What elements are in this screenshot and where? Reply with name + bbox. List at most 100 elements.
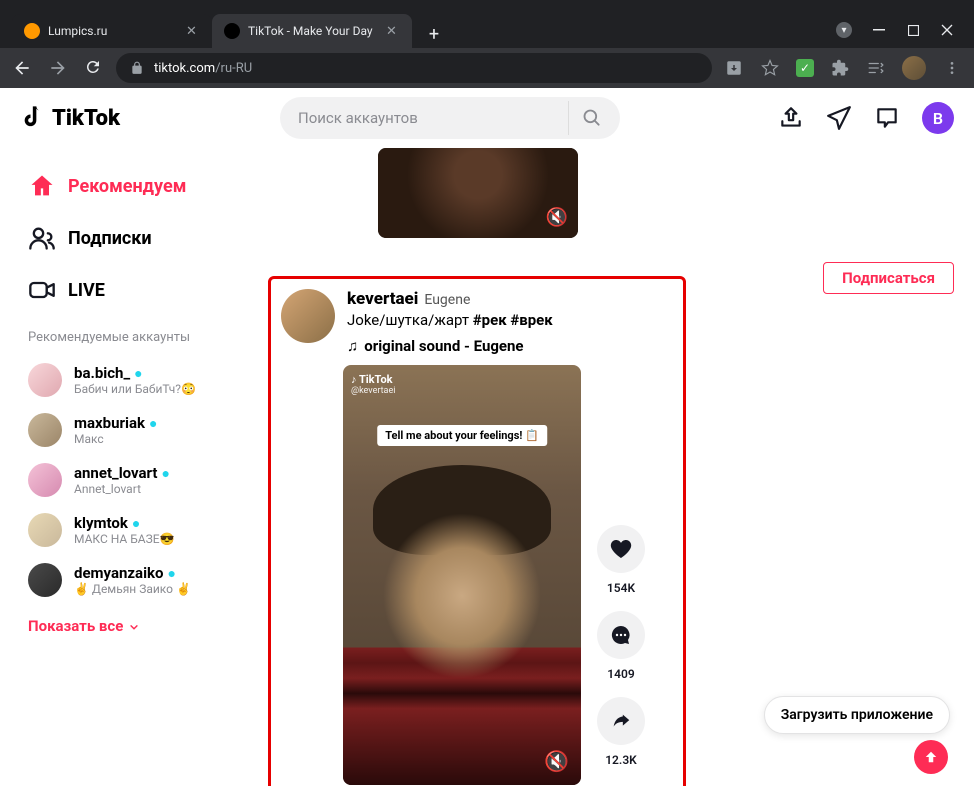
avatar <box>28 563 62 597</box>
new-tab-button[interactable]: + <box>420 20 448 48</box>
install-icon[interactable] <box>724 58 744 78</box>
window-controls: ▾ <box>816 12 974 48</box>
adblock-icon[interactable]: ✓ <box>796 59 814 77</box>
like-button[interactable] <box>597 525 645 573</box>
mute-icon[interactable]: 🔇 <box>546 207 568 228</box>
account-name: demyanzaiko <box>74 564 164 582</box>
address-bar: tiktok.com/ru-RU ✓ <box>0 48 974 88</box>
post-caption: Joke/шутка/жарт #рек #врек <box>347 311 673 329</box>
prev-video-thumb[interactable]: 🔇 34 <box>378 148 578 238</box>
star-icon[interactable] <box>760 58 780 78</box>
upload-icon[interactable] <box>778 105 804 131</box>
reload-icon[interactable] <box>84 58 104 78</box>
tiktok-logo[interactable]: TikTok <box>20 104 120 132</box>
post-hashtags[interactable]: #рек #врек <box>473 311 553 329</box>
verified-icon: ● <box>132 515 140 532</box>
nav-following[interactable]: Подписки <box>20 212 240 264</box>
avatar <box>28 463 62 497</box>
minimize-icon[interactable] <box>872 23 886 37</box>
post-user-line[interactable]: kevertaei Eugene <box>347 289 673 309</box>
video-player[interactable]: ♪ TikTok@kevertaei Tell me about your fe… <box>343 365 581 785</box>
post-sound[interactable]: ♫original sound - Eugene <box>347 337 673 355</box>
maximize-icon[interactable] <box>906 23 920 37</box>
account-item[interactable]: ba.bich_● Бабич или БабиТч?😳 <box>20 355 240 405</box>
forward-icon[interactable] <box>48 58 68 78</box>
post-username: kevertaei <box>347 289 418 309</box>
home-icon <box>28 172 56 200</box>
browser-tab-strip: Lumpics.ru ✕ TikTok - Make Your Day ✕ + … <box>0 0 974 48</box>
comment-count: 1409 <box>597 667 645 681</box>
account-item[interactable]: demyanzaiko● ✌️ Демьян Заико ✌️ <box>20 555 240 605</box>
feed: 🔇 34 kevertaei Eugene Joke/шутка/жарт #р… <box>248 148 974 786</box>
close-window-icon[interactable] <box>940 23 954 37</box>
account-bio: Бабич или БабиТч?😳 <box>74 382 232 396</box>
addr-actions: ✓ <box>724 56 962 80</box>
chrome-profile-avatar[interactable] <box>902 56 926 80</box>
avatar <box>28 363 62 397</box>
verified-icon: ● <box>161 465 169 482</box>
music-note-icon: ♫ <box>347 337 358 355</box>
search-input[interactable] <box>298 109 568 127</box>
account-name: annet_lovart <box>74 464 157 482</box>
topbar-right: В <box>778 102 954 134</box>
share-button[interactable] <box>597 697 645 745</box>
search-button[interactable] <box>568 101 614 135</box>
back-icon[interactable] <box>12 58 32 78</box>
kebab-icon[interactable] <box>942 58 962 78</box>
account-name: maxburiak <box>74 414 145 432</box>
close-icon[interactable]: ✕ <box>186 24 200 38</box>
account-item[interactable]: maxburiak● Макс <box>20 405 240 455</box>
show-all-link[interactable]: Показать все <box>20 605 240 647</box>
like-count: 154K <box>597 581 645 595</box>
verified-icon: ● <box>149 415 157 432</box>
lock-icon <box>130 61 144 75</box>
post-avatar[interactable] <box>281 289 335 343</box>
download-app-chip[interactable]: Загрузить приложение <box>764 696 950 734</box>
nav-for-you[interactable]: Рекомендуем <box>20 160 240 212</box>
extensions-icon[interactable] <box>830 58 850 78</box>
video-row: ♪ TikTok@kevertaei Tell me about your fe… <box>343 365 673 785</box>
people-icon <box>28 224 56 252</box>
account-bio: ✌️ Демьян Заико ✌️ <box>74 582 232 596</box>
live-icon <box>28 276 56 304</box>
url-field[interactable]: tiktok.com/ru-RU <box>116 53 712 83</box>
nav-label: LIVE <box>68 280 105 301</box>
follow-button[interactable]: Подписаться <box>823 262 954 294</box>
verified-icon: ● <box>168 565 176 582</box>
account-item[interactable]: annet_lovart● Annet_lovart <box>20 455 240 505</box>
post-meta: kevertaei Eugene Joke/шутка/жарт #рек #в… <box>347 289 673 355</box>
account-info: demyanzaiko● ✌️ Демьян Заико ✌️ <box>74 564 232 596</box>
messages-icon[interactable] <box>826 105 852 131</box>
avatar <box>28 513 62 547</box>
nav-live[interactable]: LIVE <box>20 264 240 316</box>
tabs: Lumpics.ru ✕ TikTok - Make Your Day ✕ + <box>0 12 448 48</box>
video-watermark: ♪ TikTok@kevertaei <box>351 373 395 396</box>
comment-button[interactable] <box>597 611 645 659</box>
sidebar: Рекомендуем Подписки LIVE Рекомендуемые … <box>0 148 248 786</box>
close-icon[interactable]: ✕ <box>386 24 400 38</box>
search-box <box>280 97 620 139</box>
main: Рекомендуем Подписки LIVE Рекомендуемые … <box>0 148 974 786</box>
section-title: Рекомендуемые аккаунты <box>20 316 240 355</box>
scroll-top-button[interactable] <box>914 740 948 774</box>
tab-title: Lumpics.ru <box>48 24 107 38</box>
account-bio: МАКС НА БАЗЕ😎 <box>74 532 232 546</box>
account-info: klymtok● МАКС НА БАЗЕ😎 <box>74 514 232 546</box>
account-item[interactable]: klymtok● МАКС НА БАЗЕ😎 <box>20 505 240 555</box>
inbox-icon[interactable] <box>874 105 900 131</box>
post-header: kevertaei Eugene Joke/шутка/жарт #рек #в… <box>281 289 673 355</box>
avatar-letter: В <box>933 109 943 128</box>
reading-list-icon[interactable] <box>866 58 886 78</box>
verified-icon: ● <box>134 365 142 382</box>
video-actions: 154K 1409 12.3K <box>597 365 645 785</box>
app: TikTok В Рекомендуем Подписки LIVE <box>0 88 974 786</box>
chrome-account-icon[interactable]: ▾ <box>836 22 852 38</box>
url-path: /ru-RU <box>215 61 252 76</box>
logo-text: TikTok <box>52 106 120 131</box>
nav-arrows <box>12 58 104 78</box>
tiktok-logo-icon <box>20 104 48 132</box>
user-avatar[interactable]: В <box>922 102 954 134</box>
tab-lumpics[interactable]: Lumpics.ru ✕ <box>12 14 212 48</box>
mute-icon[interactable]: 🔇 <box>544 749 569 773</box>
tab-tiktok[interactable]: TikTok - Make Your Day ✕ <box>212 14 412 48</box>
